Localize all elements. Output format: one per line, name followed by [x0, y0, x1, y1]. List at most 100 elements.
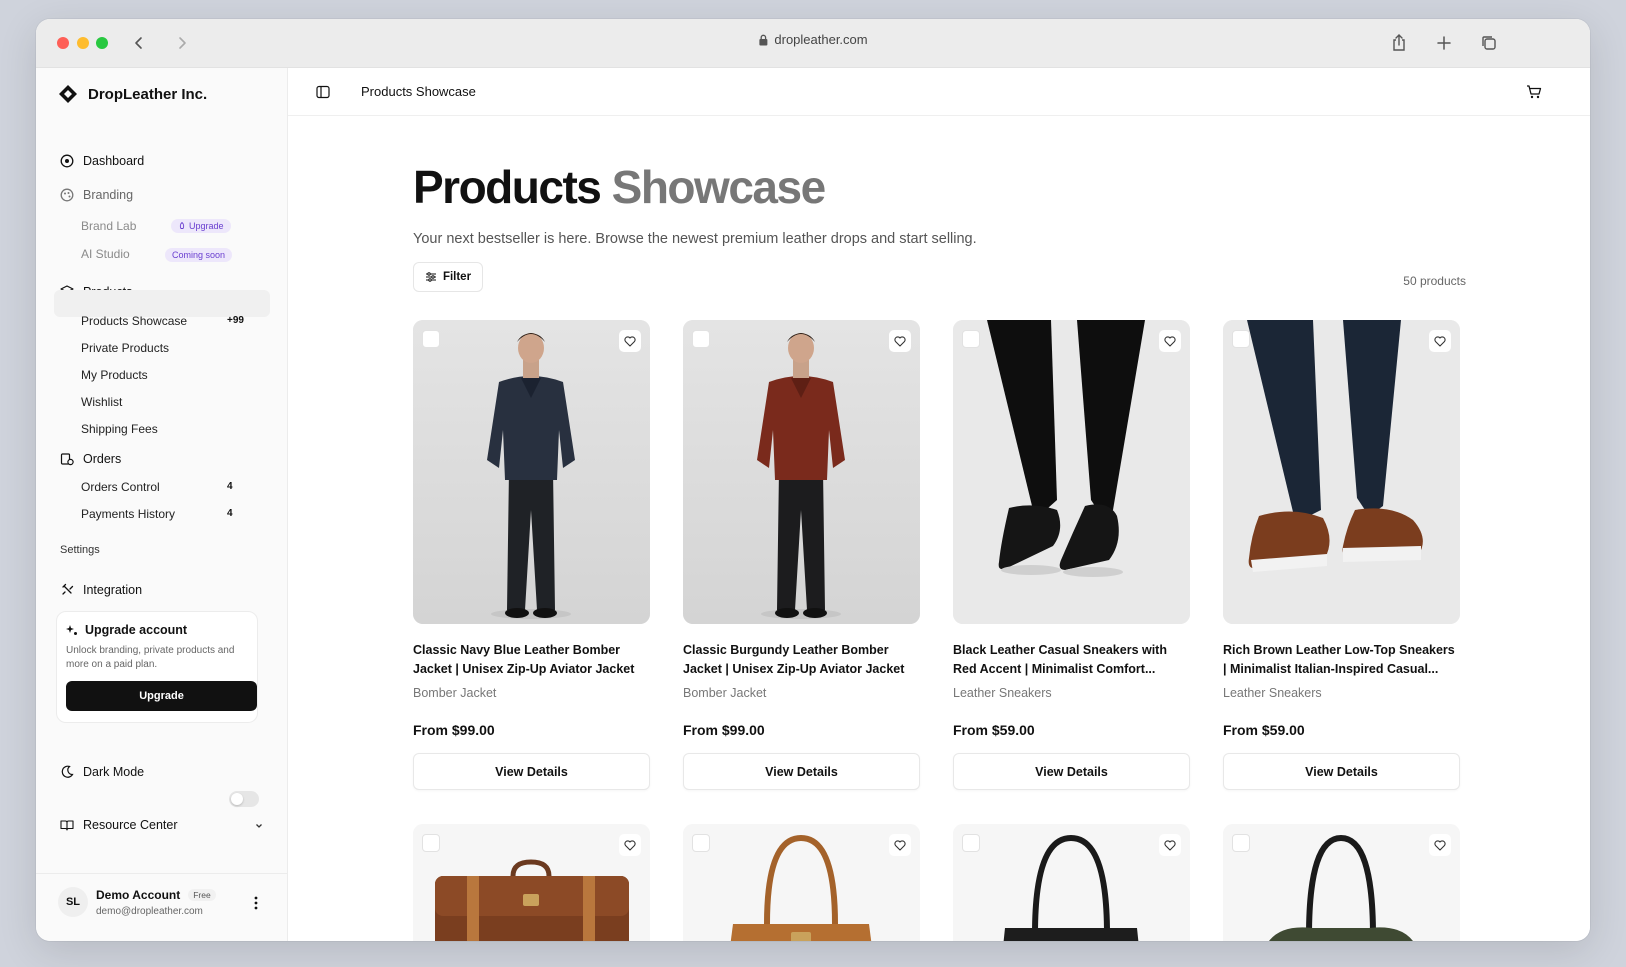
- product-price: From $99.00: [683, 722, 765, 738]
- select-checkbox[interactable]: [692, 834, 710, 852]
- heart-icon[interactable]: [889, 330, 911, 352]
- view-details-button[interactable]: View Details: [683, 753, 920, 790]
- product-category: Bomber Jacket: [683, 686, 767, 700]
- plug-icon: [62, 583, 74, 595]
- sidebar-item-shipping-fees[interactable]: Shipping Fees: [81, 422, 158, 436]
- upgrade-badge[interactable]: Upgrade: [171, 219, 231, 233]
- heart-icon[interactable]: [1159, 330, 1181, 352]
- dark-mode-toggle[interactable]: [229, 791, 259, 807]
- product-image-brown-sneakers[interactable]: [1223, 320, 1460, 624]
- product-title[interactable]: Rich Brown Leather Low-Top Sneakers | Mi…: [1223, 641, 1460, 679]
- sidebar-item-orders-control[interactable]: Orders Control: [81, 480, 160, 494]
- brand[interactable]: DropLeather Inc.: [58, 84, 207, 104]
- sidebar-item-label: Resource Center: [83, 818, 178, 832]
- upgrade-card-title-text: Upgrade account: [85, 623, 188, 637]
- page-title-dark: Products: [413, 161, 602, 213]
- sidebar-item-my-products[interactable]: My Products: [81, 368, 148, 382]
- address-bar[interactable]: dropleather.com: [758, 32, 868, 47]
- dashboard-icon: [60, 154, 74, 168]
- orders-icon: [60, 453, 74, 466]
- product-image-tan-bag[interactable]: [683, 824, 920, 941]
- payments-history-count: 4: [227, 508, 233, 519]
- select-checkbox[interactable]: [1232, 834, 1250, 852]
- select-checkbox[interactable]: [962, 834, 980, 852]
- view-details-button[interactable]: View Details: [1223, 753, 1460, 790]
- product-category: Bomber Jacket: [413, 686, 497, 700]
- sparkle-icon: [66, 625, 77, 635]
- product-count: 50 products: [1403, 274, 1466, 288]
- heart-icon[interactable]: [1429, 330, 1451, 352]
- sidebar-item-label: Dashboard: [83, 154, 145, 168]
- lock-icon: [759, 34, 768, 45]
- logo-icon: [59, 85, 77, 103]
- select-checkbox[interactable]: [692, 330, 710, 348]
- avatar[interactable]: SL: [58, 887, 88, 917]
- forward-arrow-icon[interactable]: [170, 31, 194, 55]
- sidebar-toggle-icon[interactable]: [316, 85, 330, 99]
- dark-mode-row: Dark Mode: [60, 765, 144, 779]
- main-content: Products Showcase Products Showcase Your…: [288, 68, 1590, 941]
- minimize-window-button[interactable]: [77, 37, 89, 49]
- top-bar: Products Showcase: [288, 68, 1590, 116]
- account-name-row: Demo Account Free: [96, 888, 216, 902]
- more-options-icon[interactable]: [251, 895, 261, 911]
- product-title[interactable]: Classic Navy Blue Leather Bomber Jacket …: [413, 641, 650, 679]
- select-checkbox[interactable]: [422, 330, 440, 348]
- select-checkbox[interactable]: [962, 330, 980, 348]
- product-title[interactable]: Black Leather Casual Sneakers with Red A…: [953, 641, 1190, 679]
- heart-icon[interactable]: [1429, 834, 1451, 856]
- product-title[interactable]: Classic Burgundy Leather Bomber Jacket |…: [683, 641, 920, 679]
- page-subtitle: Your next bestseller is here. Browse the…: [413, 231, 977, 247]
- sidebar-item-resource-center[interactable]: Resource Center: [60, 818, 178, 832]
- book-icon: [60, 820, 74, 831]
- upgrade-button[interactable]: Upgrade: [66, 681, 257, 711]
- back-arrow-icon[interactable]: [127, 31, 151, 55]
- selected-item-highlight: [54, 290, 270, 317]
- sidebar: DropLeather Inc. Dashboard Branding Bran…: [36, 68, 288, 941]
- heart-icon[interactable]: [619, 834, 641, 856]
- new-tab-icon[interactable]: [1432, 31, 1456, 55]
- sidebar-item-payments-history[interactable]: Payments History: [81, 507, 175, 521]
- product-image-burgundy-jacket[interactable]: [683, 320, 920, 624]
- heart-icon[interactable]: [889, 834, 911, 856]
- filter-label: Filter: [442, 271, 472, 283]
- maximize-window-button[interactable]: [96, 37, 108, 49]
- upgrade-card-title: Upgrade account: [66, 623, 187, 637]
- product-image-briefcase[interactable]: [413, 824, 650, 941]
- sidebar-item-integration[interactable]: Integration: [60, 583, 142, 597]
- product-image-navy-jacket[interactable]: [413, 320, 650, 624]
- filter-icon: [425, 272, 436, 282]
- product-price: From $99.00: [413, 722, 495, 738]
- sidebar-item-products-showcase[interactable]: Products Showcase: [81, 314, 187, 328]
- close-window-button[interactable]: [57, 37, 69, 49]
- sidebar-item-brand-lab[interactable]: Brand Lab: [81, 219, 136, 233]
- product-price: From $59.00: [953, 722, 1035, 738]
- heart-icon[interactable]: [619, 330, 641, 352]
- sidebar-item-dashboard[interactable]: Dashboard: [60, 154, 144, 168]
- heart-icon[interactable]: [1159, 834, 1181, 856]
- view-details-button[interactable]: View Details: [953, 753, 1190, 790]
- sidebar-item-orders[interactable]: Orders: [60, 452, 121, 466]
- tabs-overview-icon[interactable]: [1477, 31, 1501, 55]
- brand-name: DropLeather Inc.: [88, 85, 208, 103]
- browser-titlebar: dropleather.com: [36, 19, 1590, 68]
- product-image-black-tote[interactable]: [953, 824, 1190, 941]
- sidebar-item-branding[interactable]: Branding: [60, 188, 133, 202]
- page-title: Products Showcase: [413, 160, 827, 214]
- product-image-green-duffle[interactable]: [1223, 824, 1460, 941]
- share-icon[interactable]: [1387, 31, 1411, 55]
- account-email: demo@dropleather.com: [96, 906, 203, 917]
- coming-soon-badge: Coming soon: [165, 248, 233, 262]
- view-details-button[interactable]: View Details: [413, 753, 650, 790]
- chevron-down-icon[interactable]: [255, 822, 263, 830]
- sidebar-item-ai-studio[interactable]: AI Studio: [81, 247, 130, 261]
- select-checkbox[interactable]: [1232, 330, 1250, 348]
- settings-section-label: Settings: [60, 544, 100, 556]
- select-checkbox[interactable]: [422, 834, 440, 852]
- cart-icon[interactable]: [1526, 84, 1542, 100]
- product-image-black-sneakers[interactable]: [953, 320, 1190, 624]
- page-title-light: Showcase: [611, 161, 827, 213]
- filter-button[interactable]: Filter: [413, 262, 483, 292]
- sidebar-item-private-products[interactable]: Private Products: [81, 341, 169, 355]
- sidebar-item-wishlist[interactable]: Wishlist: [81, 395, 122, 409]
